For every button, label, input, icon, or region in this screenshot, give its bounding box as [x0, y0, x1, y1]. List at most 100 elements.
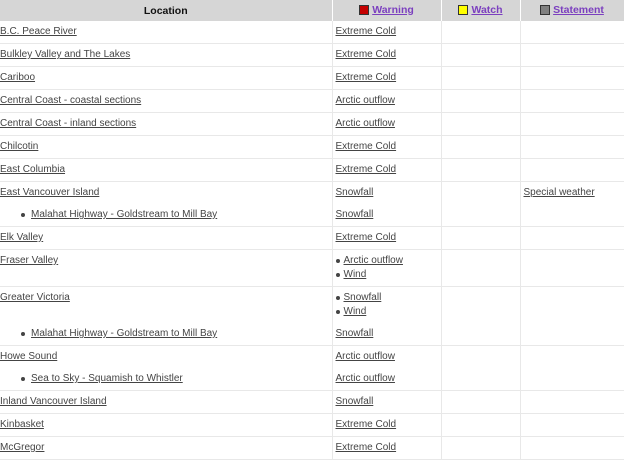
warning-link[interactable]: Snowfall [333, 182, 441, 204]
location-cell: Sea to Sky - Squamish to Whistler [0, 368, 332, 391]
watch-cell [441, 90, 520, 113]
warning-cell: Snowfall [332, 182, 441, 205]
table-row: Inland Vancouver Island Snowfall [0, 391, 624, 414]
location-cell: McGregor [0, 437, 332, 460]
statement-header-link[interactable]: Statement [553, 4, 604, 16]
warning-cell: Arctic outflow [332, 368, 441, 391]
table-row: Greater Victoria Snowfall Wind [0, 287, 624, 324]
warning-link[interactable]: Arctic outflow [333, 346, 441, 368]
location-link[interactable]: Cariboo [0, 67, 332, 89]
location-header-label: Location [144, 5, 188, 17]
alerts-table: Location Warning Watch Statement [0, 0, 624, 460]
warning-cell: Extreme Cold [332, 437, 441, 460]
location-link[interactable]: Elk Valley [0, 227, 332, 249]
location-link[interactable]: East Vancouver Island [0, 182, 332, 204]
watch-cell [441, 346, 520, 369]
watch-cell [441, 323, 520, 346]
statement-link[interactable]: Special weather [521, 182, 624, 204]
warning-list: Snowfall Wind [333, 291, 441, 319]
warning-cell: Extreme Cold [332, 159, 441, 182]
location-link[interactable]: McGregor [0, 437, 332, 459]
warning-cell: Snowfall [332, 204, 441, 227]
location-link[interactable]: Fraser Valley [0, 250, 332, 272]
watch-cell [441, 414, 520, 437]
statement-cell [520, 250, 624, 287]
warning-link[interactable]: Snowfall [333, 323, 441, 345]
table-row: McGregor Extreme Cold [0, 437, 624, 460]
warning-link[interactable]: Extreme Cold [333, 67, 441, 89]
location-cell: Kinbasket [0, 414, 332, 437]
location-link[interactable]: Howe Sound [0, 346, 332, 368]
warning-link[interactable]: Extreme Cold [333, 437, 441, 459]
warning-link[interactable]: Extreme Cold [333, 414, 441, 436]
warning-link[interactable]: Extreme Cold [333, 227, 441, 249]
sub-location-link[interactable]: Sea to Sky - Squamish to Whistler [0, 368, 332, 390]
watch-swatch-icon [458, 5, 468, 15]
warning-link[interactable]: Snowfall [333, 204, 441, 226]
warning-swatch-icon [359, 5, 369, 15]
location-link[interactable]: Central Coast - coastal sections [0, 90, 332, 112]
warning-link[interactable]: Arctic outflow [344, 255, 403, 266]
location-cell: Bulkley Valley and The Lakes [0, 44, 332, 67]
table-row: B.C. Peace River Extreme Cold [0, 21, 624, 44]
watch-cell [441, 67, 520, 90]
table-row: Central Coast - inland sections Arctic o… [0, 113, 624, 136]
location-cell: Cariboo [0, 67, 332, 90]
warning-header-link[interactable]: Warning [372, 4, 414, 16]
location-cell: Fraser Valley [0, 250, 332, 287]
statement-cell [520, 113, 624, 136]
location-cell: Malahat Highway - Goldstream to Mill Bay [0, 323, 332, 346]
watch-header-link[interactable]: Watch [471, 4, 502, 16]
sub-location-link[interactable]: Malahat Highway - Goldstream to Mill Bay [0, 323, 332, 345]
warning-link[interactable]: Arctic outflow [333, 90, 441, 112]
warning-link[interactable]: Wind [344, 306, 367, 317]
watch-header: Watch [441, 0, 520, 21]
warning-cell: Arctic outflow Wind [332, 250, 441, 287]
watch-cell [441, 204, 520, 227]
warning-link[interactable]: Extreme Cold [333, 159, 441, 181]
warning-link[interactable]: Wind [344, 269, 367, 280]
table-row: Central Coast - coastal sections Arctic … [0, 90, 624, 113]
warning-link[interactable]: Snowfall [333, 391, 441, 413]
location-cell: Howe Sound [0, 346, 332, 369]
warning-cell: Arctic outflow [332, 113, 441, 136]
location-cell: Elk Valley [0, 227, 332, 250]
warning-link[interactable]: Arctic outflow [333, 113, 441, 135]
table-row: Kinbasket Extreme Cold [0, 414, 624, 437]
table-row: Bulkley Valley and The Lakes Extreme Col… [0, 44, 624, 67]
warning-link[interactable]: Extreme Cold [333, 44, 441, 66]
warning-list: Arctic outflow Wind [333, 254, 441, 282]
warning-cell: Arctic outflow [332, 90, 441, 113]
location-link[interactable]: Central Coast - inland sections [0, 113, 332, 135]
watch-cell [441, 44, 520, 67]
warning-link[interactable]: Arctic outflow [333, 368, 441, 390]
statement-cell [520, 159, 624, 182]
table-header-row: Location Warning Watch Statement [0, 0, 624, 21]
statement-cell [520, 44, 624, 67]
warning-cell: Snowfall [332, 323, 441, 346]
table-row: Chilcotin Extreme Cold [0, 136, 624, 159]
warning-cell: Extreme Cold [332, 44, 441, 67]
location-link[interactable]: Inland Vancouver Island [0, 391, 332, 413]
location-link[interactable]: B.C. Peace River [0, 21, 332, 43]
warning-cell: Extreme Cold [332, 414, 441, 437]
location-cell: East Columbia [0, 159, 332, 182]
table-row: Cariboo Extreme Cold [0, 67, 624, 90]
location-link[interactable]: Chilcotin [0, 136, 332, 158]
warning-link[interactable]: Extreme Cold [333, 136, 441, 158]
warning-link[interactable]: Snowfall [344, 292, 382, 303]
location-cell: Central Coast - inland sections [0, 113, 332, 136]
statement-cell [520, 287, 624, 324]
location-link[interactable]: Kinbasket [0, 414, 332, 436]
location-link[interactable]: Bulkley Valley and The Lakes [0, 44, 332, 66]
statement-header: Statement [520, 0, 624, 21]
location-link[interactable]: Greater Victoria [0, 287, 332, 309]
warning-header: Warning [332, 0, 441, 21]
statement-cell [520, 136, 624, 159]
warning-link[interactable]: Extreme Cold [333, 21, 441, 43]
location-link[interactable]: East Columbia [0, 159, 332, 181]
statement-cell [520, 368, 624, 391]
watch-cell [441, 182, 520, 205]
sub-location-link[interactable]: Malahat Highway - Goldstream to Mill Bay [0, 204, 332, 226]
list-item: Wind [333, 305, 441, 319]
